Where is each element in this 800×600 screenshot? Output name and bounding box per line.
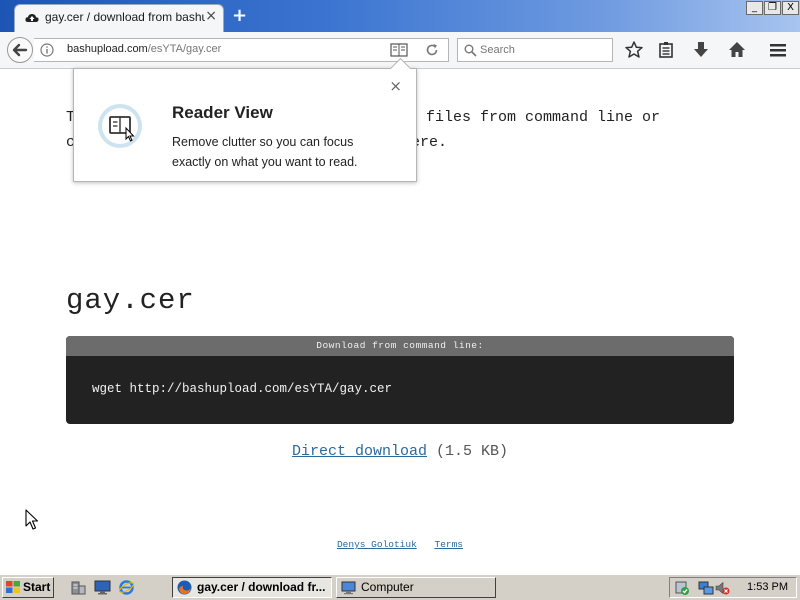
server-manager-icon[interactable] bbox=[70, 579, 87, 596]
bookmark-star-icon[interactable] bbox=[624, 40, 644, 60]
volume-muted-icon[interactable] bbox=[714, 580, 730, 596]
url-text[interactable]: bashupload.com/esYTA/gay.cer bbox=[67, 43, 221, 55]
search-bar[interactable] bbox=[457, 38, 613, 62]
info-icon[interactable] bbox=[40, 43, 54, 57]
command-text[interactable]: wget http://bashupload.com/esYTA/gay.cer bbox=[92, 382, 392, 396]
reload-icon[interactable] bbox=[424, 42, 440, 58]
file-size: (1.5 KB) bbox=[436, 443, 509, 460]
minimize-button[interactable]: _ bbox=[746, 1, 763, 15]
windows-logo-icon bbox=[6, 581, 20, 593]
taskbar-item-firefox[interactable]: gay.cer / download fr... bbox=[172, 577, 332, 598]
firefox-icon bbox=[177, 580, 192, 595]
mouse-cursor-icon bbox=[25, 509, 39, 530]
back-arrow-icon bbox=[12, 43, 28, 57]
browser-tab[interactable]: gay.cer / download from bashupload × bbox=[14, 4, 224, 32]
download-row: Direct download (1.5 KB) bbox=[0, 443, 800, 460]
reader-view-illustration-icon bbox=[98, 104, 142, 148]
author-link[interactable]: Denys Golotiuk bbox=[337, 539, 417, 550]
internet-explorer-icon[interactable] bbox=[118, 579, 135, 596]
clock[interactable]: 1:53 PM bbox=[747, 581, 788, 593]
tab-title: gay.cer / download from bashupload bbox=[45, 10, 205, 24]
start-button[interactable]: Start bbox=[2, 577, 54, 598]
intro-line1-end: files from command line or bbox=[426, 109, 661, 126]
reader-view-icon[interactable] bbox=[390, 43, 408, 57]
network-icon[interactable] bbox=[698, 580, 714, 596]
security-shield-icon[interactable] bbox=[674, 580, 690, 596]
show-desktop-icon[interactable] bbox=[94, 579, 111, 596]
taskbar-item-computer[interactable]: Computer bbox=[336, 577, 496, 598]
taskbar: Start gay.cer / download fr... Computer bbox=[0, 574, 800, 600]
restore-button[interactable]: ❐ bbox=[764, 1, 781, 15]
popup-title: Reader View bbox=[172, 103, 273, 122]
tab-close-icon[interactable]: × bbox=[205, 8, 217, 24]
reading-list-icon[interactable] bbox=[656, 40, 676, 60]
popup-description: Remove clutter so you can focus exactly … bbox=[172, 135, 358, 169]
command-box: Download from command line: wget http://… bbox=[66, 336, 734, 424]
file-name-heading: gay.cer bbox=[66, 284, 195, 317]
search-input[interactable] bbox=[480, 42, 608, 58]
new-tab-button[interactable]: + bbox=[232, 5, 247, 26]
reader-view-popup: Reader View Remove clutter so you can fo… bbox=[73, 57, 417, 182]
url-host: bashupload.com bbox=[67, 43, 148, 55]
window-close-button[interactable]: X bbox=[782, 1, 799, 15]
terms-link[interactable]: Terms bbox=[435, 539, 464, 550]
taskbar-item-label: gay.cer / download fr... bbox=[197, 580, 326, 594]
back-button[interactable] bbox=[7, 37, 33, 63]
start-label: Start bbox=[23, 580, 51, 594]
menu-icon[interactable] bbox=[768, 40, 788, 60]
downloads-icon[interactable] bbox=[691, 40, 711, 60]
url-bar[interactable]: bashupload.com/esYTA/gay.cer bbox=[34, 38, 449, 62]
upload-cloud-icon bbox=[25, 14, 39, 22]
command-box-header: Download from command line: bbox=[66, 336, 734, 356]
page-footer: Denys Golotiuk Terms bbox=[0, 539, 800, 550]
taskbar-item-label: Computer bbox=[361, 580, 414, 594]
url-path: /esYTA/gay.cer bbox=[147, 43, 222, 55]
direct-download-link[interactable]: Direct download bbox=[292, 443, 427, 460]
computer-icon bbox=[341, 581, 356, 595]
search-icon bbox=[464, 44, 477, 57]
popup-close-icon[interactable]: × bbox=[389, 77, 402, 95]
system-tray: 1:53 PM bbox=[669, 577, 797, 598]
window-title-bar: gay.cer / download from bashupload × + _… bbox=[0, 0, 800, 32]
home-icon[interactable] bbox=[727, 40, 747, 60]
